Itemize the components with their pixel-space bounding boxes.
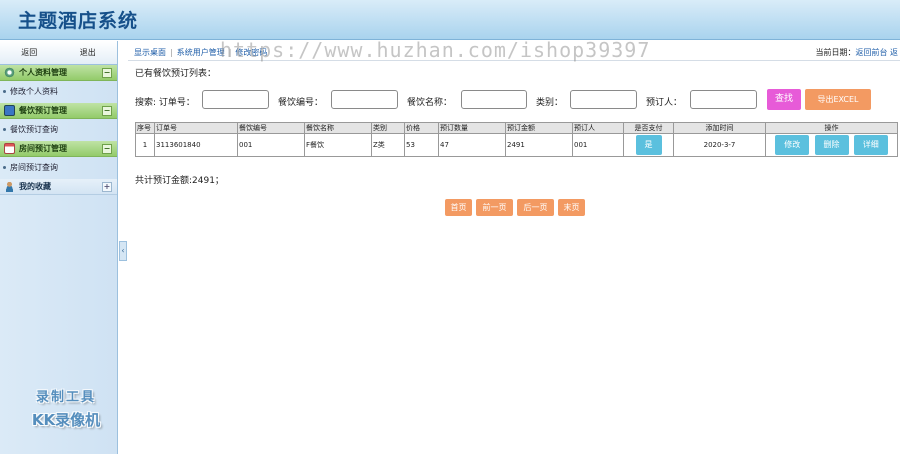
expand-icon[interactable]: + [102,182,112,192]
code-label: 餐饮编号： [278,98,324,108]
collapse-icon[interactable]: − [102,144,112,154]
sidebar-top-buttons: 返回 退出 [0,41,117,65]
sidebar-collapse-handle[interactable]: ‹ [119,241,127,261]
cell-qty: 47 [438,133,506,157]
back-button[interactable]: 返回 [0,41,59,64]
date-label: 当前日期： [815,48,856,57]
col-header: 预订人 [572,122,624,134]
menu-group-label: 我的收藏 [19,182,51,191]
cell-price: 53 [404,133,439,157]
cell-actions: 修改 删除 详细 [765,133,898,157]
back-front-link[interactable]: 返回前台 [855,48,887,57]
menu-group-favorites[interactable]: 我的收藏 + [0,179,117,195]
recorder-watermark: 录制工具 KK录像机 [16,386,116,430]
detail-button[interactable]: 详细 [853,135,888,155]
find-button[interactable]: 查找 [767,89,801,110]
menu-group-label: 房间预订管理 [19,144,67,153]
logout-button[interactable]: 退出 [59,41,118,64]
pagination: 首页 前一页 后一页 末页 [445,199,585,216]
col-header: 订单号 [154,122,238,134]
table-header-row: 序号 订单号 餐饮编号 餐饮名称 类别 价格 预订数量 预订金额 预订人 是否支… [135,122,898,134]
booker-input[interactable] [690,90,757,109]
app-title: 主题酒店系统 [18,10,139,32]
sidebar: 返回 退出 个人资料管理 − 修改个人资料 餐饮预订管理 − 餐饮预订查询 房间… [0,41,118,454]
list-title: 已有餐饮预订列表： [135,69,217,79]
delete-button[interactable]: 删除 [814,135,849,155]
menu-group-profile[interactable]: 个人资料管理 − [0,65,117,81]
sidebar-item-dining-query[interactable]: 餐饮预订查询 [0,119,117,141]
current-date: 当前日期：返回前台 返 [815,47,898,58]
cell-code: 001 [237,133,305,157]
booking-table: 序号 订单号 餐饮编号 餐饮名称 类别 价格 预订数量 预订金额 预订人 是否支… [135,122,898,157]
cell-type: Z类 [371,133,405,157]
cell-name: F餐饮 [304,133,372,157]
menu-group-label: 个人资料管理 [19,68,67,77]
type-label: 类别： [536,98,564,108]
total-amount: 共计预订金额:2491； [135,176,224,186]
export-excel-button[interactable]: 导出EXCEL [805,89,871,110]
cell-booker: 001 [572,133,624,157]
cell-no: 1 [135,133,155,157]
paid-button[interactable]: 是 [635,135,662,155]
monitor-icon [4,105,15,116]
first-page-button[interactable]: 首页 [445,199,472,216]
col-header: 操作 [765,122,898,134]
booker-label: 预订人： [646,98,683,108]
gear-icon [4,67,15,78]
prev-page-button[interactable]: 前一页 [476,199,513,216]
sidebar-item-room-query[interactable]: 房间预订查询 [0,157,117,179]
col-header: 添加时间 [673,122,766,134]
col-header: 序号 [135,122,155,134]
col-header: 类别 [371,122,405,134]
edit-button[interactable]: 修改 [775,135,810,155]
date-trail[interactable]: 返 [890,48,898,57]
order-label: 搜索: 订单号： [135,98,195,108]
app-header: 主题酒店系统 [0,0,900,40]
col-header: 餐饮编号 [237,122,305,134]
user-icon [4,181,15,192]
col-header: 预订金额 [505,122,573,134]
dining-name-input[interactable] [461,90,527,109]
table-row: 1 3113601840 001 F餐饮 Z类 53 47 2491 001 是… [135,133,898,157]
menu-group-label: 餐饮预订管理 [19,106,67,115]
cell-amount: 2491 [505,133,573,157]
collapse-icon[interactable]: − [102,106,112,116]
cell-order: 3113601840 [154,133,238,157]
cell-time: 2020-3-7 [673,133,766,157]
name-label: 餐饮名称： [407,98,453,108]
col-header: 餐饮名称 [304,122,372,134]
col-header: 预订数量 [438,122,506,134]
last-page-button[interactable]: 末页 [558,199,585,216]
col-header: 价格 [404,122,439,134]
collapse-icon[interactable]: − [102,68,112,78]
menu-group-rooms[interactable]: 房间预订管理 − [0,141,117,157]
calendar-icon [4,143,15,154]
type-input[interactable] [570,90,637,109]
crumb-user-admin[interactable]: 系统用户管理 [177,48,225,57]
watermark-line: 录制工具 [35,390,96,405]
dining-code-input[interactable] [331,90,398,109]
watermark-line: KK录像机 [31,411,101,429]
order-number-input[interactable] [202,90,269,109]
url-watermark: https://www.huzhan.com/ishop39397 [220,38,651,62]
next-page-button[interactable]: 后一页 [517,199,554,216]
crumb-desktop[interactable]: 显示桌面 [134,48,166,57]
sidebar-item-edit-profile[interactable]: 修改个人资料 [0,81,117,103]
col-header: 是否支付 [623,122,674,134]
menu-group-dining[interactable]: 餐饮预订管理 − [0,103,117,119]
cell-paid: 是 [623,133,674,157]
